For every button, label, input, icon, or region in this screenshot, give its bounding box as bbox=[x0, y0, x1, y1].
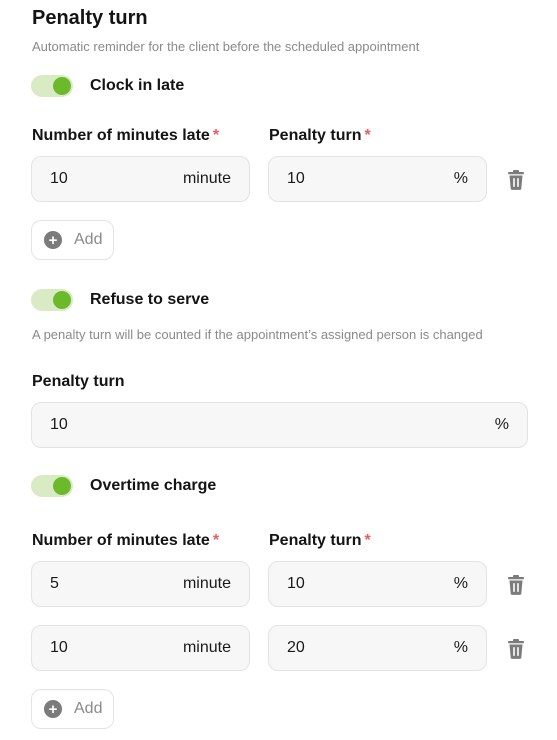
trash-icon[interactable] bbox=[505, 168, 527, 192]
penalty-turn-input[interactable]: 10 % bbox=[268, 156, 487, 202]
refuse-to-serve-toggle[interactable] bbox=[31, 289, 73, 311]
required-mark: * bbox=[212, 532, 220, 549]
minutes-late-input[interactable]: 5 minute bbox=[31, 561, 250, 607]
minutes-late-input[interactable]: 10 minute bbox=[31, 156, 250, 202]
minutes-unit: minute bbox=[182, 170, 231, 187]
penalty-value: 10 bbox=[287, 575, 305, 592]
plus-circle-icon: + bbox=[44, 700, 62, 718]
penalty-value: 10 bbox=[50, 416, 68, 433]
clock-in-late-toggle[interactable] bbox=[31, 75, 73, 97]
page-subtitle: Automatic reminder for the client before… bbox=[32, 39, 420, 54]
penalty-unit: % bbox=[494, 416, 509, 433]
minutes-value: 10 bbox=[50, 170, 68, 187]
penalty-value: 20 bbox=[287, 639, 305, 656]
add-button[interactable]: + Add bbox=[31, 689, 114, 729]
minutes-late-label: Number of minutes late * bbox=[32, 532, 220, 549]
overtime-charge-toggle-row: Overtime charge bbox=[31, 475, 216, 497]
clock-in-late-label: Clock in late bbox=[90, 77, 185, 94]
penalty-unit: % bbox=[453, 170, 468, 187]
penalty-turn-label: Penalty turn * bbox=[269, 127, 371, 144]
trash-icon[interactable] bbox=[505, 573, 527, 597]
penalty-turn-input[interactable]: 10 % bbox=[31, 402, 528, 448]
minutes-late-input[interactable]: 10 minute bbox=[31, 625, 250, 671]
toggle-knob bbox=[53, 77, 71, 95]
clock-in-late-toggle-row: Clock in late bbox=[31, 75, 184, 97]
add-button[interactable]: + Add bbox=[31, 220, 114, 260]
penalty-turn-input[interactable]: 20 % bbox=[268, 625, 487, 671]
penalty-unit: % bbox=[453, 575, 468, 592]
required-mark: * bbox=[364, 127, 371, 144]
required-mark: * bbox=[212, 127, 220, 144]
minutes-value: 5 bbox=[50, 575, 59, 592]
minutes-unit: minute bbox=[182, 575, 231, 592]
overtime-charge-toggle[interactable] bbox=[31, 475, 73, 497]
toggle-knob bbox=[53, 291, 71, 309]
penalty-turn-label: Penalty turn bbox=[32, 373, 125, 390]
add-button-label: Add bbox=[74, 700, 103, 717]
penalty-value: 10 bbox=[287, 170, 305, 187]
refuse-to-serve-toggle-row: Refuse to serve bbox=[31, 289, 209, 311]
add-button-label: Add bbox=[74, 231, 103, 248]
plus-circle-icon: + bbox=[44, 231, 62, 249]
penalty-turn-input[interactable]: 10 % bbox=[268, 561, 487, 607]
minutes-unit: minute bbox=[182, 639, 231, 656]
toggle-knob bbox=[53, 477, 71, 495]
required-mark: * bbox=[364, 532, 371, 549]
penalty-unit: % bbox=[453, 639, 468, 656]
refuse-to-serve-label: Refuse to serve bbox=[90, 291, 210, 308]
minutes-late-label: Number of minutes late * bbox=[32, 127, 220, 144]
minutes-value: 10 bbox=[50, 639, 68, 656]
trash-icon[interactable] bbox=[505, 637, 527, 661]
page-title: Penalty turn bbox=[32, 7, 148, 29]
refuse-to-serve-note: A penalty turn will be counted if the ap… bbox=[32, 327, 483, 342]
penalty-turn-label: Penalty turn * bbox=[269, 532, 371, 549]
overtime-charge-label: Overtime charge bbox=[90, 477, 217, 494]
